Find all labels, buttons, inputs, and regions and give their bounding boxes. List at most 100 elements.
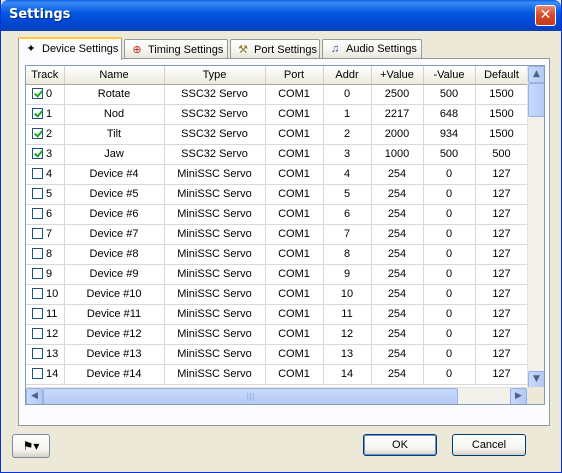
cell-name[interactable]: Tilt (64, 124, 165, 145)
cell-minus-value[interactable]: 0 (423, 304, 476, 325)
table-row[interactable]: 6 Device #6 MiniSSC Servo COM1 6 254 0 127 (26, 204, 529, 225)
cell-track[interactable]: 3 (26, 144, 65, 165)
cell-minus-value[interactable]: 0 (423, 244, 476, 265)
cell-port[interactable]: COM1 (265, 264, 324, 285)
horizontal-scrollbar[interactable]: ◀ ||| ▶ (26, 387, 544, 404)
cell-name[interactable]: Rotate (64, 84, 165, 105)
cell-type[interactable]: MiniSSC Servo (164, 164, 266, 185)
table-row[interactable]: 7 Device #7 MiniSSC Servo COM1 7 254 0 127 (26, 224, 529, 245)
cell-minus-value[interactable]: 0 (423, 364, 476, 385)
cell-addr[interactable]: 3 (323, 144, 372, 165)
track-enable-checkbox[interactable] (32, 108, 43, 119)
col-header-default[interactable]: Default (475, 66, 529, 85)
cell-plus-value[interactable]: 2500 (371, 84, 424, 105)
cell-track[interactable]: 14 (26, 364, 65, 385)
cell-minus-value[interactable]: 500 (423, 84, 476, 105)
cell-plus-value[interactable]: 254 (371, 364, 424, 385)
track-enable-checkbox[interactable] (32, 288, 43, 299)
track-enable-checkbox[interactable] (32, 348, 43, 359)
cell-minus-value[interactable]: 0 (423, 264, 476, 285)
cell-type[interactable]: MiniSSC Servo (164, 204, 266, 225)
cell-port[interactable]: COM1 (265, 204, 324, 225)
col-header-addr[interactable]: Addr (323, 66, 372, 85)
cell-name[interactable]: Jaw (64, 144, 165, 165)
cell-minus-value[interactable]: 0 (423, 184, 476, 205)
scroll-up-button[interactable]: ▲ (528, 66, 544, 83)
cell-type[interactable]: MiniSSC Servo (164, 284, 266, 305)
cell-track[interactable]: 9 (26, 264, 65, 285)
cell-plus-value[interactable]: 254 (371, 324, 424, 345)
cell-type[interactable]: MiniSSC Servo (164, 344, 266, 365)
horizontal-scroll-thumb[interactable]: ||| (43, 388, 458, 404)
cell-addr[interactable]: 7 (323, 224, 372, 245)
cell-type[interactable]: MiniSSC Servo (164, 364, 266, 385)
title-bar[interactable]: Settings ✕ (1, 0, 561, 31)
cell-plus-value[interactable]: 254 (371, 204, 424, 225)
cell-type[interactable]: MiniSSC Servo (164, 244, 266, 265)
tab-audio-settings[interactable]: ♫ Audio Settings (322, 39, 422, 59)
cell-name[interactable]: Device #8 (64, 244, 165, 265)
cell-track[interactable]: 7 (26, 224, 65, 245)
cell-default[interactable]: 127 (475, 244, 529, 265)
cell-port[interactable]: COM1 (265, 104, 324, 125)
cell-default[interactable]: 500 (475, 144, 529, 165)
ok-button[interactable]: OK (363, 434, 437, 456)
cell-port[interactable]: COM1 (265, 324, 324, 345)
cell-port[interactable]: COM1 (265, 364, 324, 385)
cell-addr[interactable]: 13 (323, 344, 372, 365)
cell-type[interactable]: MiniSSC Servo (164, 224, 266, 245)
cell-addr[interactable]: 5 (323, 184, 372, 205)
cell-name[interactable]: Device #10 (64, 284, 165, 305)
cell-port[interactable]: COM1 (265, 84, 324, 105)
cancel-button[interactable]: Cancel (452, 434, 526, 456)
cell-plus-value[interactable]: 254 (371, 344, 424, 365)
cell-name[interactable]: Device #12 (64, 324, 165, 345)
cell-plus-value[interactable]: 254 (371, 304, 424, 325)
cell-name[interactable]: Nod (64, 104, 165, 125)
table-row[interactable]: 13 Device #13 MiniSSC Servo COM1 13 254 0 127 (26, 344, 529, 365)
col-header-track[interactable]: Track (26, 66, 65, 85)
cell-default[interactable]: 1500 (475, 84, 529, 105)
cell-default[interactable]: 127 (475, 264, 529, 285)
cell-track[interactable]: 8 (26, 244, 65, 265)
table-row[interactable]: 0 Rotate SSC32 Servo COM1 0 2500 500 1500 (26, 84, 529, 105)
cell-track[interactable]: 11 (26, 304, 65, 325)
cell-name[interactable]: Device #9 (64, 264, 165, 285)
cell-plus-value[interactable]: 254 (371, 164, 424, 185)
track-enable-checkbox[interactable] (32, 308, 43, 319)
tab-port-settings[interactable]: ⚒ Port Settings (230, 39, 320, 59)
cell-addr[interactable]: 4 (323, 164, 372, 185)
col-header-type[interactable]: Type (164, 66, 266, 85)
cell-minus-value[interactable]: 0 (423, 324, 476, 345)
cell-default[interactable]: 127 (475, 324, 529, 345)
cell-default[interactable]: 127 (475, 304, 529, 325)
cell-minus-value[interactable]: 0 (423, 204, 476, 225)
close-button[interactable]: ✕ (535, 5, 556, 26)
table-row[interactable]: 9 Device #9 MiniSSC Servo COM1 9 254 0 127 (26, 264, 529, 285)
cell-port[interactable]: COM1 (265, 304, 324, 325)
cell-port[interactable]: COM1 (265, 224, 324, 245)
cell-default[interactable]: 1500 (475, 124, 529, 145)
cell-name[interactable]: Device #11 (64, 304, 165, 325)
cell-default[interactable]: 127 (475, 224, 529, 245)
cell-addr[interactable]: 11 (323, 304, 372, 325)
track-enable-checkbox[interactable] (32, 368, 43, 379)
cell-default[interactable]: 1500 (475, 104, 529, 125)
cell-type[interactable]: SSC32 Servo (164, 84, 266, 105)
cell-plus-value[interactable]: 2217 (371, 104, 424, 125)
table-row[interactable]: 14 Device #14 MiniSSC Servo COM1 14 254 0 127 (26, 364, 529, 385)
tab-timing-settings[interactable]: ⊕ Timing Settings (124, 39, 228, 59)
vertical-scrollbar[interactable]: ▲ ▼ (527, 66, 544, 388)
cell-minus-value[interactable]: 500 (423, 144, 476, 165)
cell-plus-value[interactable]: 1000 (371, 144, 424, 165)
cell-port[interactable]: COM1 (265, 124, 324, 145)
cell-port[interactable]: COM1 (265, 344, 324, 365)
cell-name[interactable]: Device #14 (64, 364, 165, 385)
cell-name[interactable]: Device #5 (64, 184, 165, 205)
cell-track[interactable]: 12 (26, 324, 65, 345)
cell-track[interactable]: 1 (26, 104, 65, 125)
cell-port[interactable]: COM1 (265, 184, 324, 205)
cell-track[interactable]: 2 (26, 124, 65, 145)
cell-type[interactable]: SSC32 Servo (164, 104, 266, 125)
track-enable-checkbox[interactable] (32, 128, 43, 139)
